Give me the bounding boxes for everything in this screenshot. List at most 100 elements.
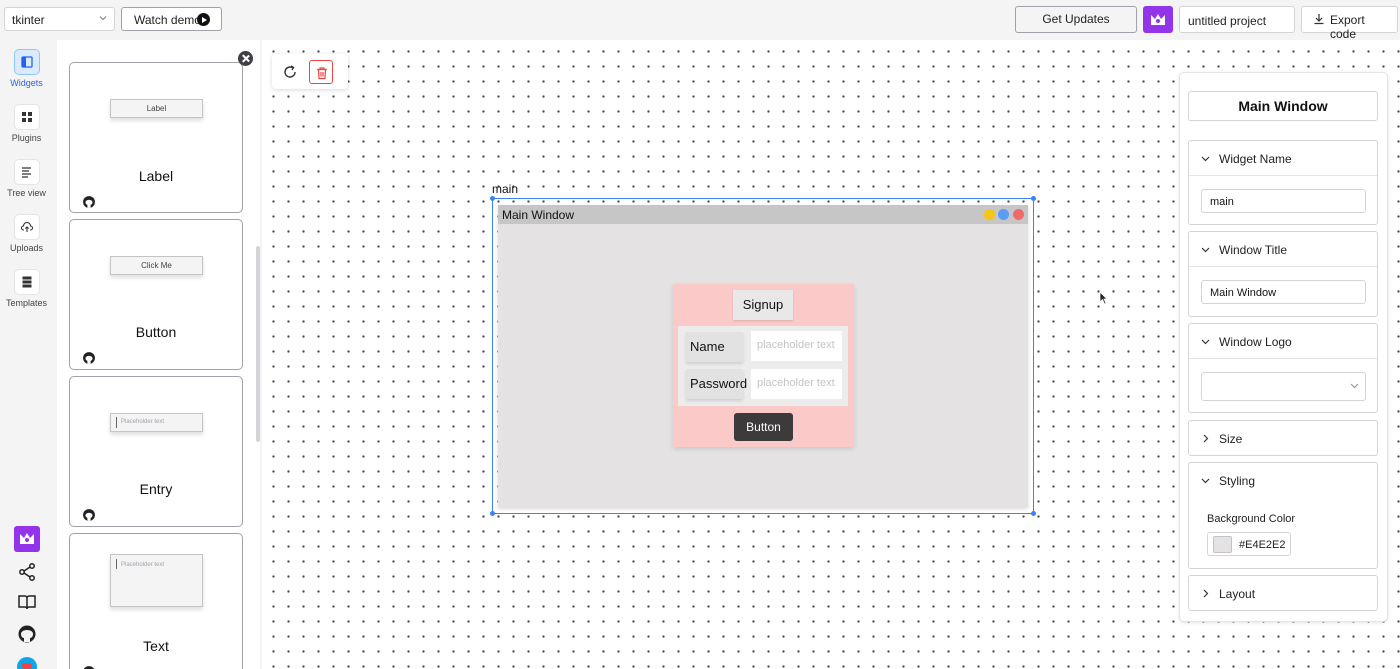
widget-card-text[interactable]: Placeholder text Text [69, 533, 243, 669]
github-icon[interactable] [82, 665, 96, 669]
export-code-label: Export code [1330, 13, 1365, 41]
resize-handle-bottom-left[interactable] [490, 511, 495, 516]
sponsor-button[interactable] [14, 654, 40, 669]
widget-panel: Label Label Click Me Button Placeholder … [57, 40, 260, 669]
name-label[interactable]: Name [686, 332, 743, 362]
sidebar-item-tree-view[interactable]: Tree view [0, 160, 53, 198]
properties-title: Main Window [1188, 91, 1378, 121]
github-icon[interactable] [82, 351, 96, 365]
section-window-title: Window Title Main Window [1188, 231, 1378, 317]
docs-button[interactable] [14, 589, 40, 615]
section-label: Layout [1219, 587, 1256, 601]
widget-card-name: Text [143, 638, 169, 654]
github-icon[interactable] [82, 195, 96, 209]
sidebar-item-label: Plugins [11, 133, 42, 143]
sidebar-item-plugins[interactable]: Plugins [0, 105, 53, 143]
github-icon [18, 625, 36, 643]
minimize-dot-icon [984, 209, 995, 220]
section-label: Widget Name [1219, 152, 1292, 166]
refresh-icon [284, 65, 296, 78]
resize-handle-top-left[interactable] [490, 196, 495, 201]
color-swatch [1213, 536, 1232, 553]
widget-card-name: Entry [139, 481, 173, 497]
github-icon[interactable] [82, 508, 96, 522]
window-titlebar: Main Window [498, 205, 1028, 224]
chevron-right-icon [1203, 589, 1209, 598]
close-panel-button[interactable] [238, 51, 253, 66]
section-header-window-logo[interactable]: Window Logo [1189, 324, 1377, 359]
chevron-down-icon [1201, 339, 1210, 345]
widget-name-input[interactable]: main [1201, 189, 1366, 213]
framework-select-value: tkinter [12, 13, 45, 27]
background-color-value: #E4E2E2 [1239, 539, 1286, 551]
book-icon [18, 595, 36, 610]
uploads-icon [20, 221, 33, 232]
widget-preview: Click Me [110, 256, 203, 275]
sidebar-item-templates[interactable]: Templates [0, 270, 53, 308]
widget-preview: Label [110, 99, 203, 118]
crown-icon [1151, 14, 1165, 25]
canvas-toolbar [272, 54, 348, 89]
widget-card-button[interactable]: Click Me Button [69, 219, 243, 370]
reset-button[interactable] [278, 60, 302, 84]
project-name-input[interactable]: untitled project [1179, 6, 1295, 33]
window-title: Main Window [502, 208, 575, 222]
left-sidebar: Widgets Plugins Tree view Uploads Templa… [0, 40, 53, 669]
share-button[interactable] [14, 559, 40, 585]
widget-card-label[interactable]: Label Label [69, 62, 243, 213]
github-button[interactable] [14, 621, 40, 647]
window-title-input[interactable]: Main Window [1201, 280, 1366, 304]
download-icon [1314, 14, 1324, 25]
section-label: Styling [1219, 474, 1256, 488]
play-icon [197, 13, 210, 26]
resize-handle-bottom-right[interactable] [1031, 511, 1036, 516]
widgets-icon [20, 56, 33, 68]
section-label: Window Title [1219, 243, 1288, 257]
name-entry[interactable]: placeholder text [751, 331, 842, 361]
tree-view-icon [21, 167, 31, 178]
delete-button[interactable] [309, 60, 333, 84]
maximize-dot-icon [998, 209, 1009, 220]
sidebar-item-uploads[interactable]: Uploads [0, 215, 53, 253]
widget-panel-scrollbar[interactable] [256, 246, 260, 442]
templates-icon [22, 276, 31, 288]
get-updates-button[interactable]: Get Updates [1015, 6, 1137, 33]
watch-demo-button[interactable]: Watch demo [121, 7, 222, 31]
trash-icon [317, 67, 327, 80]
background-color-picker[interactable]: #E4E2E2 [1207, 532, 1291, 556]
form-button[interactable]: Button [734, 413, 793, 441]
crown-icon [20, 533, 34, 544]
chevron-down-icon [99, 16, 107, 21]
share-icon [19, 563, 35, 581]
framework-select[interactable]: tkinter [4, 7, 115, 31]
sponsor-icon [17, 657, 37, 669]
background-color-label: Background Color [1207, 513, 1296, 525]
chevron-down-icon [1201, 156, 1210, 162]
section-label: Window Logo [1219, 335, 1292, 349]
sidebar-item-label: Widgets [10, 78, 43, 88]
export-code-button[interactable]: Export code [1301, 6, 1398, 41]
watch-demo-label: Watch demo [134, 13, 201, 27]
section-size: Size [1188, 420, 1378, 456]
password-entry[interactable]: placeholder text [751, 369, 842, 399]
section-header-styling[interactable]: Styling [1189, 463, 1377, 498]
top-bar: tkinter Watch demo Get Updates untitled … [0, 0, 1400, 41]
widget-card-entry[interactable]: Placeholder text Entry [69, 376, 243, 527]
section-label: Size [1219, 432, 1243, 446]
premium-sidebar-button[interactable] [14, 526, 40, 552]
sidebar-item-label: Templates [5, 298, 48, 308]
sidebar-item-widgets[interactable]: Widgets [0, 50, 53, 88]
section-layout: Layout [1188, 575, 1378, 611]
window-logo-select[interactable] [1201, 372, 1366, 401]
section-window-logo: Window Logo [1188, 323, 1378, 413]
resize-handle-top-right[interactable] [1031, 196, 1036, 201]
widget-card-name: Label [138, 168, 174, 184]
signup-heading[interactable]: Signup [733, 290, 793, 320]
chevron-right-icon [1203, 434, 1209, 443]
section-header-window-title[interactable]: Window Title [1189, 232, 1377, 267]
premium-button[interactable] [1143, 6, 1173, 33]
password-label[interactable]: Password [686, 369, 747, 399]
section-header-size[interactable]: Size [1189, 421, 1377, 456]
section-header-widget-name[interactable]: Widget Name [1189, 141, 1377, 176]
section-header-layout[interactable]: Layout [1189, 576, 1377, 611]
